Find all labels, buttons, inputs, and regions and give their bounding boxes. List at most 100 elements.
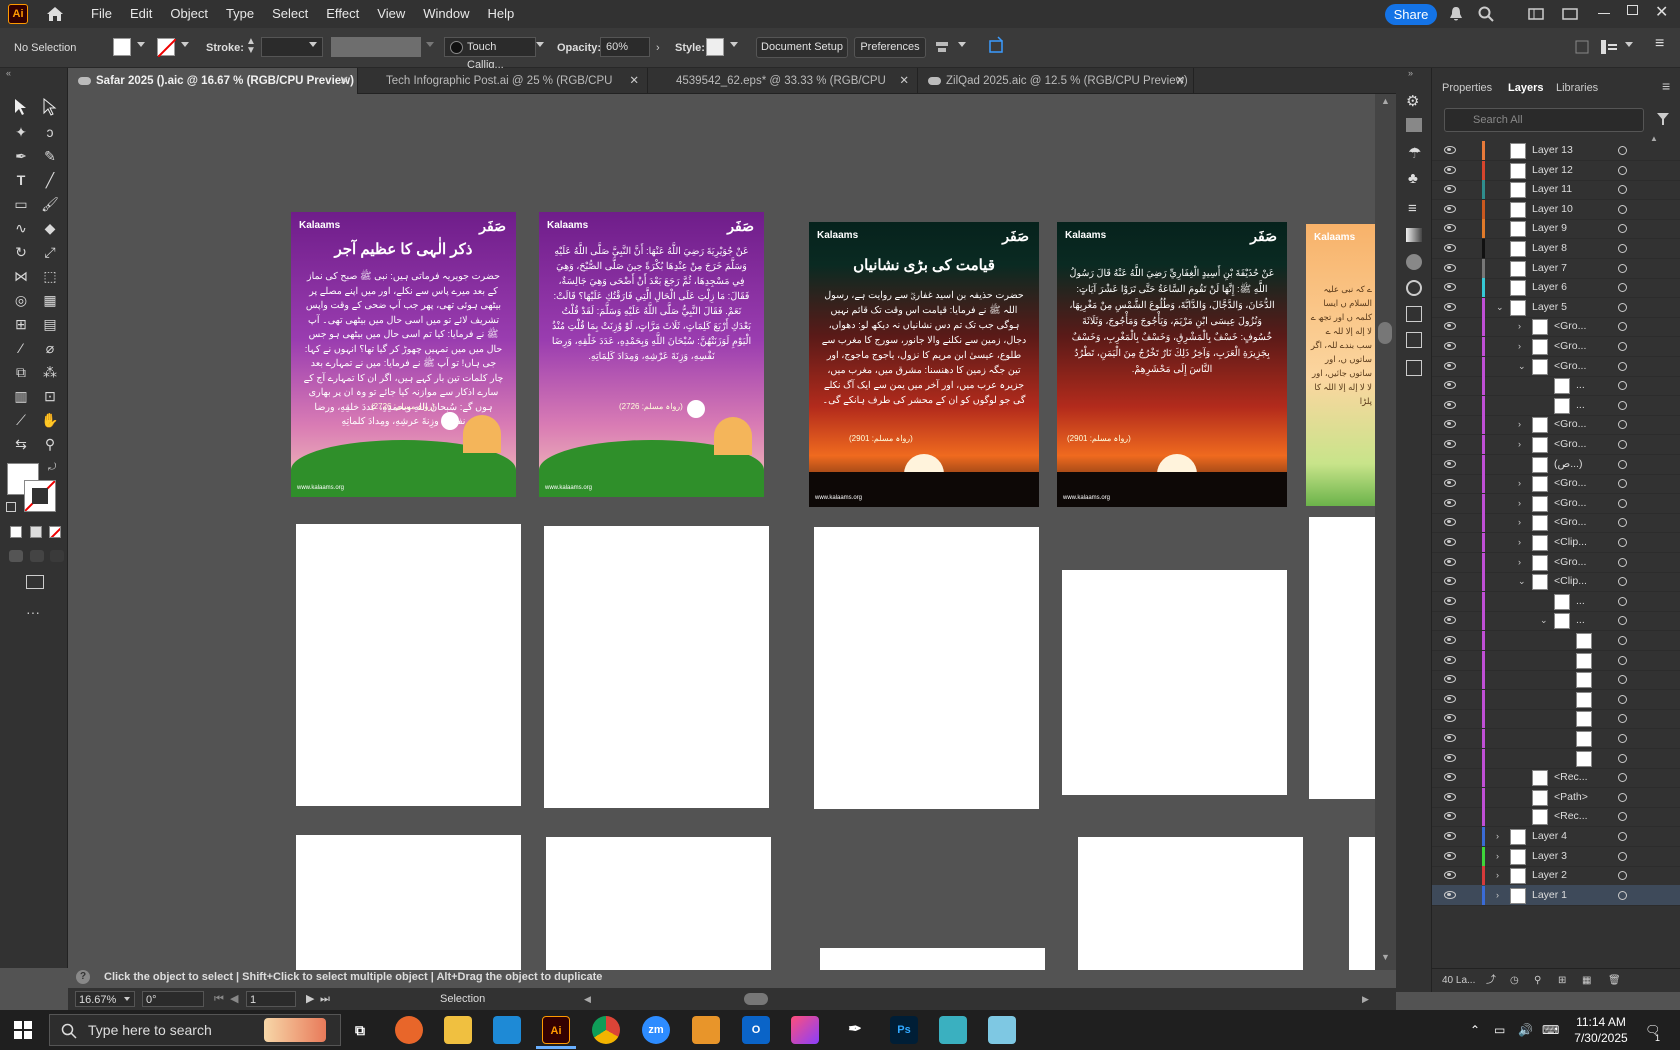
export-panel-icon[interactable]: [1406, 332, 1422, 348]
expand-chevron-icon[interactable]: ›: [1496, 831, 1499, 841]
target-circle-icon[interactable]: [1618, 596, 1627, 606]
blank-artboard[interactable]: [296, 524, 521, 806]
target-circle-icon[interactable]: [1618, 263, 1627, 273]
target-circle-icon[interactable]: [1618, 753, 1627, 763]
layer-row[interactable]: <Rec...: [1432, 806, 1680, 828]
magic-wand-tool-icon[interactable]: ✦: [10, 122, 32, 142]
arrange-icon[interactable]: [1562, 6, 1578, 22]
layer-row[interactable]: › <Clip...: [1432, 532, 1680, 553]
home-icon[interactable]: [46, 6, 64, 22]
firefox-icon[interactable]: [395, 1016, 423, 1044]
target-circle-icon[interactable]: [1618, 792, 1627, 802]
layer-row[interactable]: [1432, 650, 1680, 671]
expand-chevron-icon[interactable]: ›: [1518, 517, 1521, 527]
zoom-icon[interactable]: zm: [642, 1016, 670, 1044]
visibility-eye-icon[interactable]: [1444, 146, 1456, 154]
lasso-tool-icon[interactable]: ↄ: [39, 122, 61, 142]
next-artboard-icon[interactable]: ▶: [306, 988, 314, 1010]
target-circle-icon[interactable]: [1618, 616, 1627, 626]
target-circle-icon[interactable]: [1618, 400, 1627, 410]
brush-definition[interactable]: Touch Callig...: [444, 37, 536, 71]
file-explorer-icon[interactable]: [444, 1016, 472, 1044]
illustrator-taskbar-icon[interactable]: Ai: [542, 1016, 570, 1044]
free-transform-tool-icon[interactable]: ⬚: [39, 266, 61, 286]
screen-mode-icon[interactable]: [26, 575, 44, 589]
visibility-eye-icon[interactable]: [1444, 773, 1456, 782]
document-setup-button[interactable]: Document Setup: [756, 37, 848, 58]
blank-artboard[interactable]: [544, 526, 769, 808]
layer-row[interactable]: Layer 9: [1432, 218, 1680, 240]
visibility-eye-icon[interactable]: [1444, 538, 1456, 546]
workspace-icon[interactable]: [1528, 6, 1544, 22]
panel-toggle-dropdown-icon[interactable]: [1625, 42, 1633, 47]
menu-effect[interactable]: Effect: [317, 0, 368, 28]
layer-row[interactable]: [1432, 630, 1680, 651]
canvas[interactable]: Kalaams صَفَر ذکر الٰہی کا عظیم آجر حضرت…: [68, 94, 1375, 970]
tab-layers[interactable]: Layers: [1508, 82, 1543, 94]
symbols-panel-icon[interactable]: ♣: [1408, 170, 1418, 187]
minimize-button[interactable]: [1598, 13, 1610, 14]
horizontal-scroll-right-icon[interactable]: ▶: [1362, 988, 1369, 1010]
layer-row[interactable]: › <Gro...: [1432, 493, 1680, 514]
first-artboard-icon[interactable]: ⏮: [214, 988, 224, 1010]
shaper-tool-icon[interactable]: ∿: [10, 218, 32, 238]
expand-chevron-icon[interactable]: ›: [1518, 321, 1521, 331]
menu-view[interactable]: View: [368, 0, 414, 28]
layer-row[interactable]: › <Gro...: [1432, 316, 1680, 338]
rotate-view-tool-icon[interactable]: ⇆: [10, 434, 32, 454]
visibility-eye-icon[interactable]: [1444, 890, 1456, 899]
target-circle-icon[interactable]: [1618, 577, 1627, 587]
artboard-post-5-partial[interactable]: Kalaams ے کہ نبی علیہ السلام ں ایسا کلمہ…: [1306, 224, 1375, 506]
expand-chevron-icon[interactable]: ›: [1518, 537, 1521, 547]
layer-row[interactable]: Layer 8: [1432, 238, 1680, 259]
clock[interactable]: 11:14 AM 7/30/2025: [1566, 1014, 1636, 1046]
horizontal-scroll-left-icon[interactable]: ◀: [584, 988, 591, 1010]
filter-icon[interactable]: [1656, 112, 1670, 126]
layer-row[interactable]: [1432, 728, 1680, 749]
layers-search-input[interactable]: Search All: [1444, 108, 1644, 132]
stroke-weight-field[interactable]: [261, 37, 323, 57]
target-circle-icon[interactable]: [1618, 675, 1627, 685]
menu-file[interactable]: File: [82, 0, 121, 28]
line-tool-icon[interactable]: ╱: [39, 170, 61, 190]
collapse-chevron-icon[interactable]: ⌄: [1518, 361, 1526, 372]
scale-tool-icon[interactable]: ⤢: [39, 242, 61, 262]
horizontal-scroll-thumb[interactable]: [744, 993, 768, 1005]
menu-help[interactable]: Help: [478, 0, 523, 28]
prev-artboard-icon[interactable]: ◀: [230, 988, 238, 1010]
notepad-icon[interactable]: [988, 1016, 1016, 1044]
layer-row[interactable]: (ص...): [1432, 454, 1680, 475]
opacity-arrow-icon[interactable]: ›: [656, 38, 660, 58]
arrange-documents-icon[interactable]: [1575, 40, 1589, 54]
target-circle-icon[interactable]: [1618, 244, 1627, 253]
target-circle-icon[interactable]: [1618, 655, 1627, 665]
curvature-tool-icon[interactable]: ✎: [39, 146, 61, 166]
expand-chevron-icon[interactable]: ›: [1496, 890, 1499, 900]
target-circle-icon[interactable]: [1618, 440, 1627, 449]
type-tool-icon[interactable]: T: [10, 170, 32, 190]
visibility-eye-icon[interactable]: [1444, 342, 1456, 350]
volume-icon[interactable]: 🔊: [1518, 1022, 1533, 1038]
make-clipping-mask-icon[interactable]: ⚲: [1534, 969, 1541, 993]
maximize-button[interactable]: [1627, 5, 1638, 15]
tab-document-2[interactable]: Tech Infographic Post.ai @ 25 % (RGB/CPU…: [358, 68, 648, 113]
target-circle-icon[interactable]: [1618, 773, 1627, 783]
last-artboard-icon[interactable]: ⏭: [320, 988, 330, 1010]
draw-behind-icon[interactable]: [30, 550, 44, 562]
rotation-field[interactable]: 0°: [142, 991, 204, 1007]
blank-artboard[interactable]: [296, 835, 521, 970]
blend-tool-icon[interactable]: ⧉: [10, 362, 32, 382]
pen-app-icon[interactable]: ✒: [841, 1016, 869, 1044]
visibility-eye-icon[interactable]: [1444, 224, 1456, 233]
layer-row[interactable]: [1432, 689, 1680, 710]
stroke-weight-dropdown-icon[interactable]: [309, 42, 317, 47]
layer-row[interactable]: <Rec...: [1432, 767, 1680, 789]
visibility-eye-icon[interactable]: [1444, 557, 1456, 566]
menu-select[interactable]: Select: [263, 0, 317, 28]
visibility-eye-icon[interactable]: [1444, 518, 1456, 527]
target-circle-icon[interactable]: [1618, 890, 1627, 900]
stroke-stepper[interactable]: ▲ ▼: [246, 37, 256, 57]
graphic-style-swatch[interactable]: [706, 38, 724, 56]
graphic-styles-icon[interactable]: [1406, 306, 1422, 322]
artboard-tool-icon[interactable]: ⊡: [39, 386, 61, 406]
